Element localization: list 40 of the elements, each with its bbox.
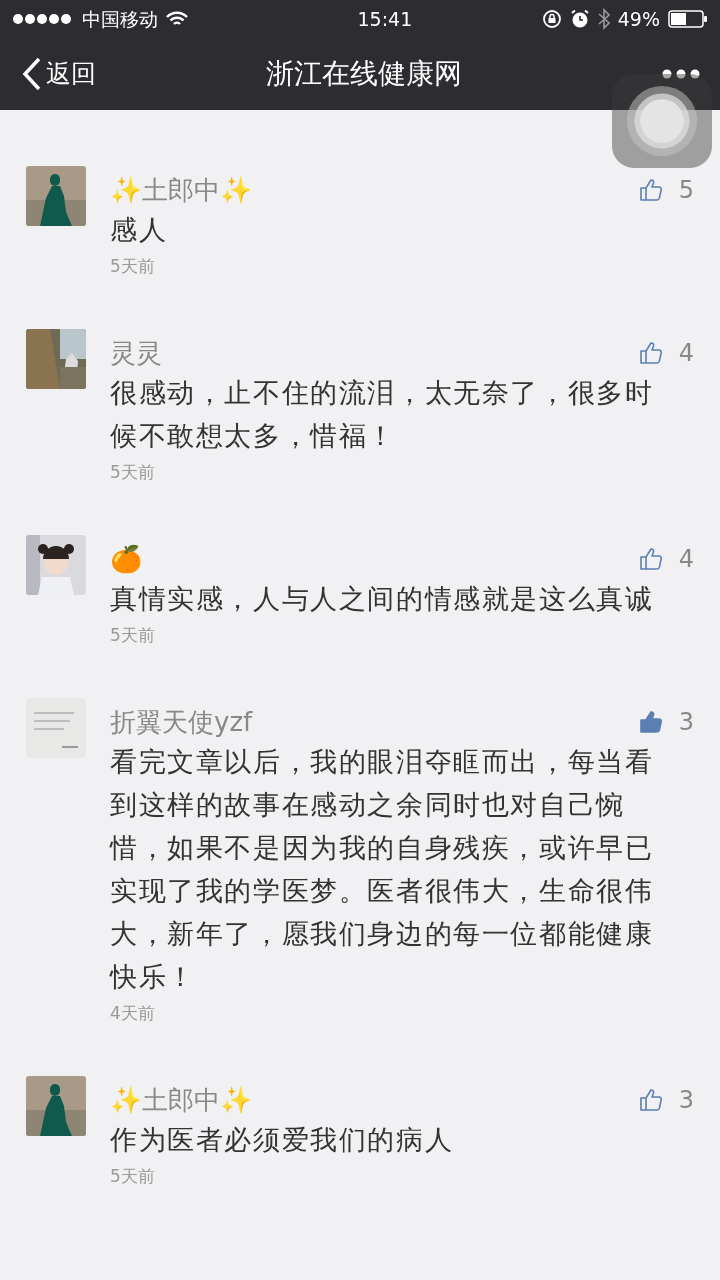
comment-time: 5天前 xyxy=(110,1165,156,1188)
comment-text: 感人 xyxy=(110,213,169,247)
status-time: 15:41 xyxy=(357,6,413,32)
user-name: ✨土郎中✨ xyxy=(110,174,252,207)
bluetooth-icon xyxy=(597,8,610,30)
back-button[interactable]: 返回 xyxy=(22,55,96,93)
comment-text: 真情实感，人与人之间的情感就是这么真诚 xyxy=(110,582,655,616)
thumbs-up-icon[interactable] xyxy=(638,341,663,365)
more-icon[interactable] xyxy=(662,69,700,79)
carrier-name: 中国移动 xyxy=(82,6,158,32)
wifi-icon xyxy=(166,11,188,27)
signal-icon xyxy=(12,13,74,25)
like-count: 4 xyxy=(678,338,694,369)
like-count: 3 xyxy=(678,707,694,738)
user-name: 折翼天使yzf xyxy=(110,706,253,739)
user-name: 🍊 xyxy=(110,543,142,576)
thumbs-up-icon[interactable] xyxy=(638,710,663,734)
like-count: 4 xyxy=(678,544,694,575)
chevron-left-icon xyxy=(22,57,42,91)
thumbs-up-icon[interactable] xyxy=(638,547,663,571)
user-name: 灵灵 xyxy=(110,337,162,370)
thumbs-up-icon[interactable] xyxy=(638,1088,663,1112)
assistive-touch-button[interactable] xyxy=(612,74,712,168)
comment-text: 作为医者必须爱我们的病人 xyxy=(110,1123,455,1157)
circle-icon xyxy=(625,84,699,158)
comment-time: 5天前 xyxy=(110,624,156,647)
comment-time: 5天前 xyxy=(110,255,156,278)
comment-text: 看完文章以后，我的眼泪夺眶而出，每当看到这样的故事在感动之余同时也对自己惋惜，如果不是因为我的自身残疾，或许早已实现了我的学医梦。医者很伟大，生命很伟大，新年了，愿我们身边的每一位都能健康快乐！ xyxy=(110,745,655,994)
battery-icon xyxy=(668,10,708,28)
page-title: 浙江在线健康网 xyxy=(266,56,462,92)
user-name: ✨土郎中✨ xyxy=(110,1084,252,1117)
like-count: 5 xyxy=(678,175,694,206)
comment-text: 很感动，止不住的流泪，太无奈了，很多时候不敢想太多，惜福！ xyxy=(110,376,655,453)
thumbs-up-icon[interactable] xyxy=(638,178,663,202)
like-count: 3 xyxy=(678,1085,694,1116)
alarm-icon xyxy=(569,9,590,29)
comment-time: 4天前 xyxy=(110,1002,156,1025)
battery-percent: 49% xyxy=(617,6,660,32)
rotation-lock-icon xyxy=(541,9,562,29)
comment-time: 5天前 xyxy=(110,461,156,484)
